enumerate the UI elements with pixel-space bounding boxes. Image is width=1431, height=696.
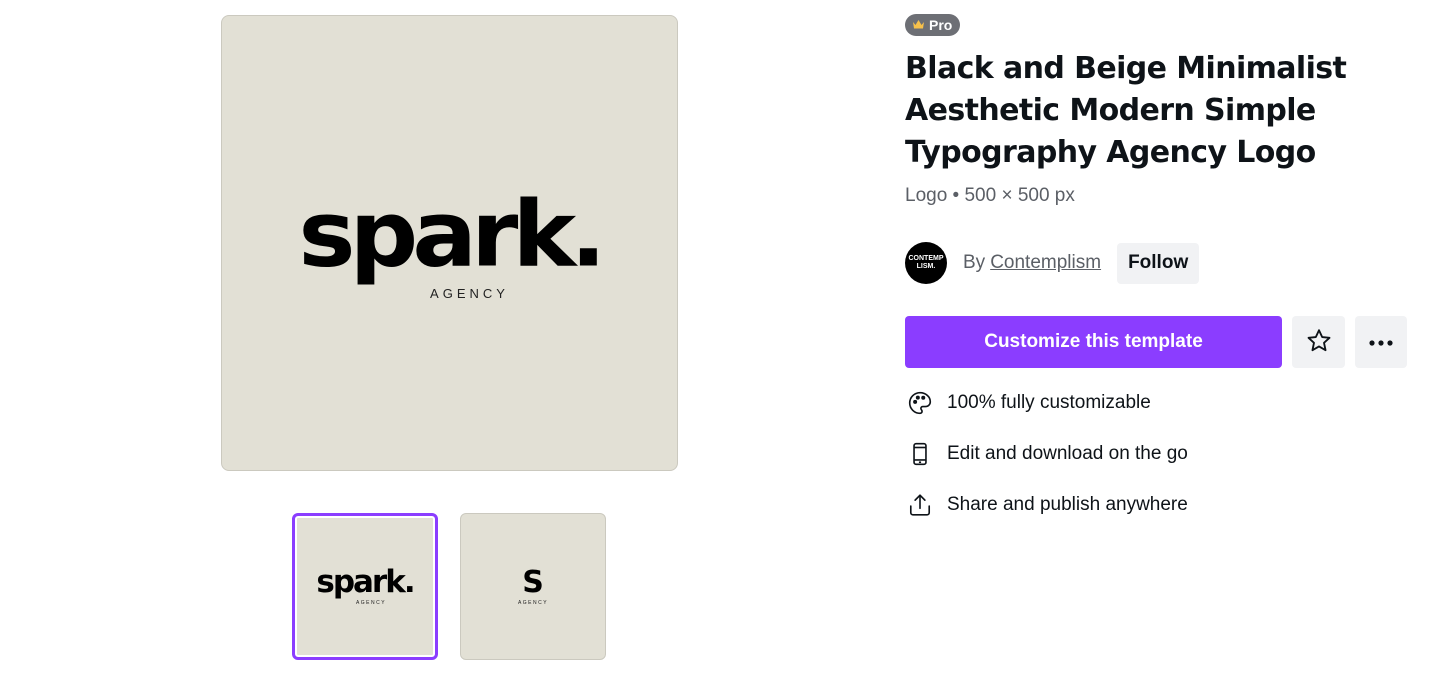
template-title: Black and Beige Minimalist Aesthetic Mod… [905, 51, 1347, 170]
thumbnail-page-1[interactable]: spark. AGENCY [292, 513, 438, 660]
star-icon [1305, 327, 1333, 358]
thumbnail-wordmark: spark. [316, 564, 415, 600]
feature-label: Edit and download on the go [947, 443, 1188, 464]
feature-customizable: 100% fully customizable [905, 388, 1151, 418]
crown-icon [912, 19, 925, 32]
logo-wordmark: spark. [298, 180, 606, 287]
by-text: By [963, 252, 986, 273]
palette-icon [905, 388, 935, 418]
avatar-text-line2: LISM. [916, 263, 936, 270]
more-icon [1368, 335, 1394, 350]
share-icon [905, 490, 935, 520]
author-by-label: By Contemplism [963, 252, 1101, 274]
favorite-button[interactable] [1292, 316, 1345, 368]
logo-subtitle: AGENCY [430, 285, 509, 301]
template-detail-page: spark. AGENCY spark. AGENCY S AGENCY Pro… [0, 0, 1431, 696]
main-preview: spark. AGENCY [221, 15, 678, 471]
author-row: CONTEMP LISM. By Contemplism Follow [905, 242, 1200, 284]
author-link[interactable]: Contemplism [990, 252, 1101, 273]
avatar-text-line1: CONTEMP [908, 255, 944, 262]
feature-label: 100% fully customizable [947, 392, 1151, 413]
logo-preview: spark. AGENCY [298, 180, 606, 301]
thumbnail-logo: S AGENCY [517, 564, 549, 606]
feature-label: Share and publish anywhere [947, 494, 1188, 515]
follow-button[interactable]: Follow [1117, 242, 1200, 284]
thumbnail-logo: spark. AGENCY [316, 564, 415, 607]
feature-share: Share and publish anywhere [905, 490, 1188, 520]
customize-template-button[interactable]: Customize this template [905, 316, 1282, 368]
avatar[interactable]: CONTEMP LISM. [905, 242, 947, 284]
pro-badge: Pro [905, 14, 961, 36]
thumbnail-subtitle: AGENCY [517, 599, 549, 606]
feature-mobile: Edit and download on the go [905, 439, 1188, 469]
thumbnail-subtitle: AGENCY [355, 600, 387, 606]
thumbnail-monogram: S [522, 564, 544, 600]
mobile-icon [905, 439, 935, 469]
pro-badge-label: Pro [929, 17, 953, 33]
thumbnail-page-2[interactable]: S AGENCY [460, 513, 606, 660]
more-options-button[interactable] [1355, 316, 1407, 368]
template-meta: Logo • 500 × 500 px [905, 185, 1075, 206]
